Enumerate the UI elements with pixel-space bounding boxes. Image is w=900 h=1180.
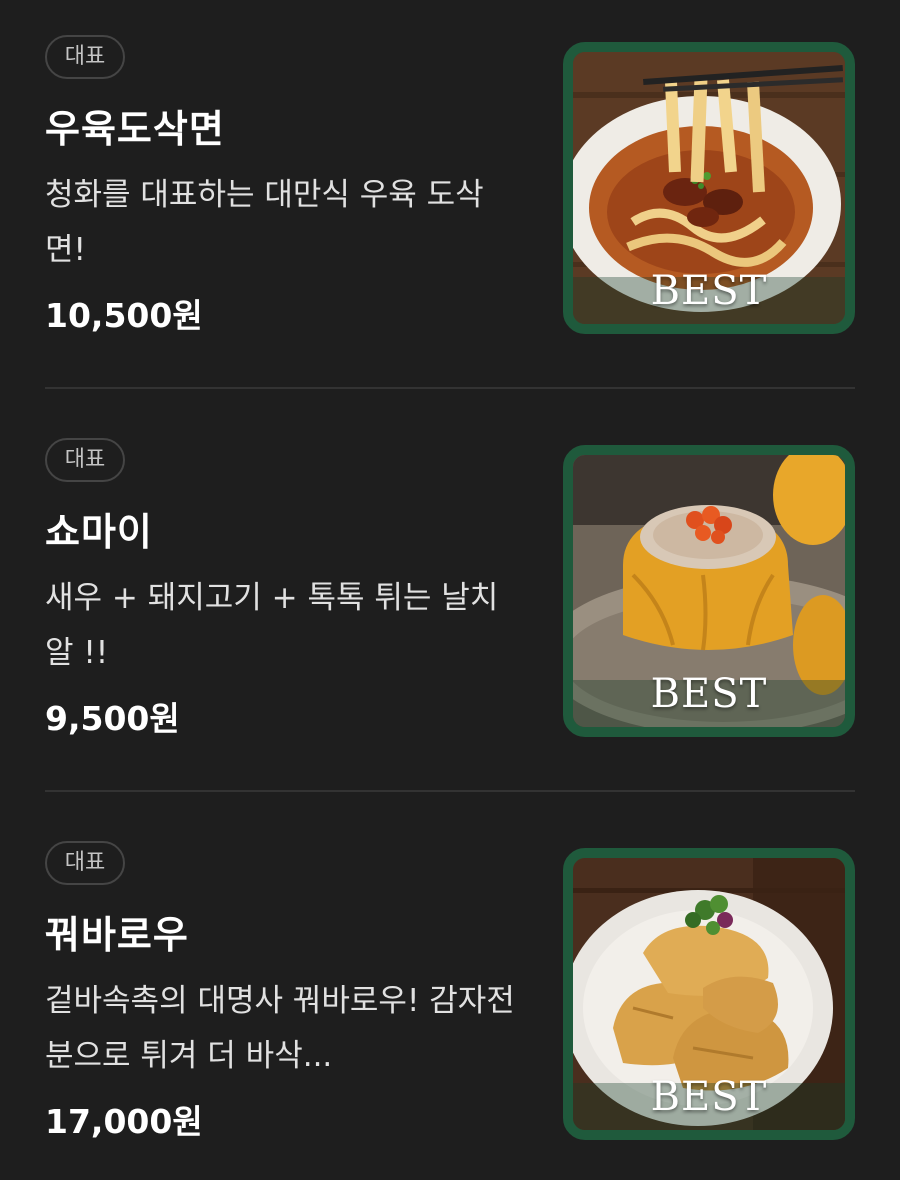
menu-item-description: 청화를 대표하는 대만식 우육 도삭면!: [45, 177, 484, 268]
menu-item-thumbnail[interactable]: BEST: [563, 848, 855, 1140]
menu-item-beef-noodle[interactable]: 대표 우육도삭면 청화를 대표하는 대만식 우육 도삭면! 10,500원 BE…: [0, 0, 900, 390]
menu-item-name: 꿔바로우: [45, 913, 189, 957]
menu-item-price: 10,500원: [45, 296, 203, 335]
best-label: BEST: [650, 671, 768, 717]
best-label: BEST: [650, 268, 768, 314]
menu-item-name: 쇼마이: [45, 510, 153, 554]
menu-item-price: 17,000원: [45, 1102, 203, 1141]
menu-item-shumai[interactable]: 대표 쇼마이 새우 + 돼지고기 + 톡톡 튀는 날치알 !! 9,500원 B…: [0, 403, 900, 793]
signature-badge: 대표: [45, 841, 125, 885]
menu-item-description: 새우 + 돼지고기 + 톡톡 튀는 날치알 !!: [45, 580, 499, 671]
signature-badge: 대표: [45, 438, 125, 482]
divider: [45, 790, 855, 792]
best-label: BEST: [650, 1074, 768, 1120]
signature-badge: 대표: [45, 35, 125, 79]
menu-list: 대표 우육도삭면 청화를 대표하는 대만식 우육 도삭면! 10,500원 BE…: [0, 0, 900, 1180]
menu-item-price: 9,500원: [45, 699, 180, 738]
menu-item-description: 겉바속촉의 대명사 꿔바로우! 감자전분으로 튀겨 더 바삭...: [45, 983, 515, 1074]
divider: [45, 387, 855, 389]
menu-item-name: 우육도삭면: [45, 107, 225, 151]
menu-item-guobaorou[interactable]: 대표 꿔바로우 겉바속촉의 대명사 꿔바로우! 감자전분으로 튀겨 더 바삭..…: [0, 806, 900, 1180]
menu-item-thumbnail[interactable]: BEST: [563, 445, 855, 737]
menu-item-thumbnail[interactable]: BEST: [563, 42, 855, 334]
